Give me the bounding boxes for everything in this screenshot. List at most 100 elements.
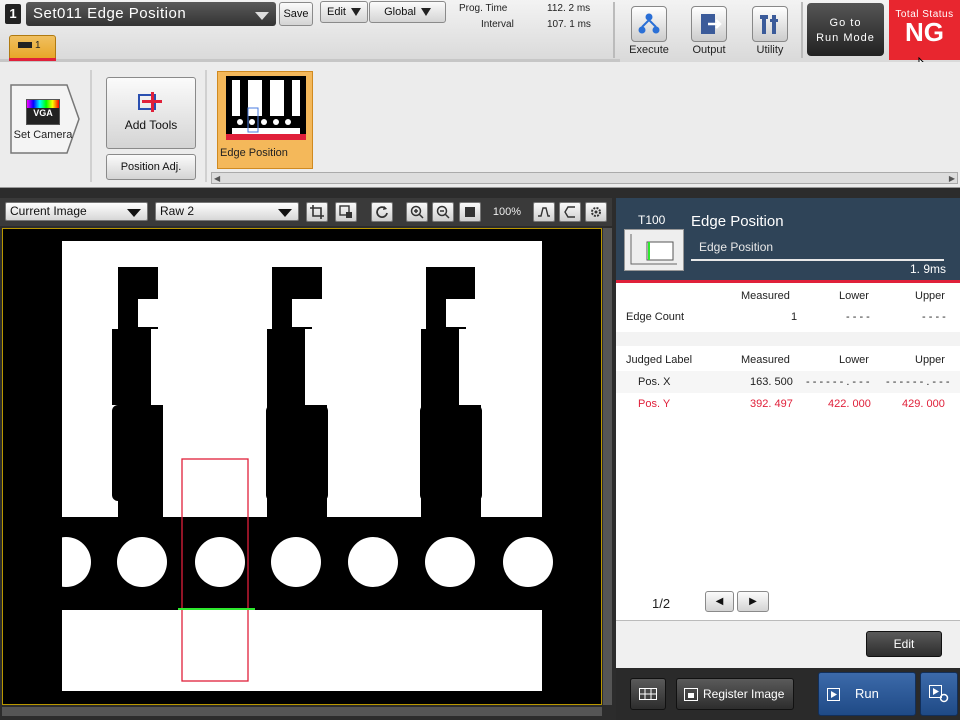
register-image-label: Register Image [703,687,785,701]
register-image-button[interactable]: Register Image [676,678,794,710]
layout-button[interactable] [630,678,666,710]
active-tab-indicator [9,58,56,61]
profile-icon [564,206,575,218]
graph-button[interactable] [533,202,555,222]
zoom-in-button[interactable] [406,202,428,222]
add-tools-icon [138,92,164,114]
save-button[interactable]: Save [279,2,313,26]
utility-icon [752,6,788,42]
header-lower: Lower [839,354,869,366]
run-settings-button[interactable] [920,672,958,716]
header-measured: Measured [741,354,790,366]
set-camera-label: Set Camera [13,129,73,141]
edge-count-upper: - - - - [922,311,946,323]
pos-y-label: Pos. Y [638,398,671,410]
table-row[interactable]: Pos. X 163. 500 - - - - - - . - - - - - … [616,371,960,393]
header-upper: Upper [915,290,945,302]
divider [90,70,92,182]
chevron-down-icon [127,209,141,217]
color-spectrum [27,100,59,108]
tool-tile-label: Edge Position [220,147,288,159]
edit-menu-button[interactable]: Edit [320,1,368,23]
output-button[interactable]: Output [679,4,739,58]
fit-region-button[interactable] [306,202,328,222]
fit-screen-button[interactable] [459,202,481,222]
tool-name: Edge Position [691,213,784,230]
set-selector[interactable]: Set011 Edge Position [26,2,276,26]
run-settings-icon [929,685,949,703]
edge-profile-button[interactable] [559,202,581,222]
utility-button[interactable]: Utility [740,4,800,58]
inspection-image [3,229,601,704]
prog-time-value: 112. 2 ms [547,3,591,14]
zoom-out-icon [436,205,450,219]
interval-value: 107. 1 ms [547,19,591,30]
raw-select-dropdown[interactable]: Raw 2 [155,202,299,221]
edge-count-lower: - - - - [846,311,870,323]
edit-button[interactable]: Edit [866,631,942,657]
header-lower: Lower [839,290,869,302]
divider [613,2,615,58]
zoom-out-button[interactable] [432,202,454,222]
pos-x-label: Pos. X [638,376,671,388]
edge-count-label: Edge Count [626,311,685,323]
fit-screen-icon [465,207,475,217]
flow-panel: VGA Set Camera Add Tools Position Adj. E… [0,62,960,188]
top-bar: 1 Set011 Edge Position Save Edit Global … [0,0,960,62]
gear-icon [591,207,601,217]
execute-label: Execute [629,44,669,56]
tool-result-header: T100 Edge Position Edge Position 1. 9ms [616,198,960,280]
utility-label: Utility [756,44,784,56]
lock-region-button[interactable] [335,202,357,222]
set-number-badge: 1 [5,4,21,24]
image-settings-button[interactable] [585,202,607,222]
set-camera-button[interactable]: VGA Set Camera [9,83,81,155]
tool-list-scrollbar[interactable]: ◀ ▶ [211,172,958,184]
pos-x-measured: 163. 500 [750,376,793,388]
tool-tab-label: 1 [35,40,41,51]
prev-page-button[interactable]: ◀ [705,591,734,612]
scroll-left-icon[interactable]: ◀ [214,174,220,183]
camera-badge: VGA [33,108,53,118]
add-tools-button[interactable]: Add Tools [106,77,196,149]
set-name: Set011 Edge Position [33,5,187,22]
image-toolbar: Current Image Raw 2 100% [0,198,612,226]
pos-y-measured: 392. 497 [750,398,793,410]
image-vertical-scrollbar[interactable] [603,228,612,705]
interval-label: Interval [481,19,514,30]
go-to-run-mode-button[interactable]: Go to Run Mode [807,3,884,56]
lock-icon [339,205,352,218]
total-status-indicator: Total Status NG [889,0,960,60]
camera-icon: VGA [26,99,60,125]
run-button[interactable]: Run [818,672,916,716]
image-select-dropdown[interactable]: Current Image [5,202,148,221]
tool-time: 1. 9ms [909,262,946,276]
image-view[interactable] [2,228,602,705]
refresh-icon [376,206,388,218]
table-row[interactable]: Pos. Y 392. 497 422. 000 429. 000 [616,393,960,415]
go-to-run-line1: Go to [829,17,862,29]
edit-menu-label: Edit [327,6,346,18]
next-page-button[interactable]: ▶ [737,591,769,612]
refresh-button[interactable] [371,202,393,222]
panel-action-bar: Edit [616,620,960,668]
global-menu-button[interactable]: Global [369,1,446,23]
edge-position-tool-tile[interactable]: Edge Position [217,71,313,169]
divider [801,2,803,58]
image-select-value: Current Image [10,204,87,218]
row-separator [616,332,960,346]
register-image-icon [684,688,698,701]
tool-tab[interactable]: 1 [9,35,56,59]
tool-tab-icon [18,42,32,49]
header-rule [691,259,944,261]
pos-x-upper: - - - - - - . - - - [886,376,950,388]
scroll-right-icon[interactable]: ▶ [949,174,955,183]
position-adj-button[interactable]: Position Adj. [106,154,196,180]
divider [205,70,207,182]
execute-button[interactable]: Execute [619,4,679,58]
triangle-down-icon [420,8,431,17]
add-tools-label: Add Tools [124,118,178,132]
image-horizontal-scrollbar[interactable] [2,707,602,716]
arrow-right-icon: ▶ [749,596,757,607]
global-menu-label: Global [384,6,416,18]
